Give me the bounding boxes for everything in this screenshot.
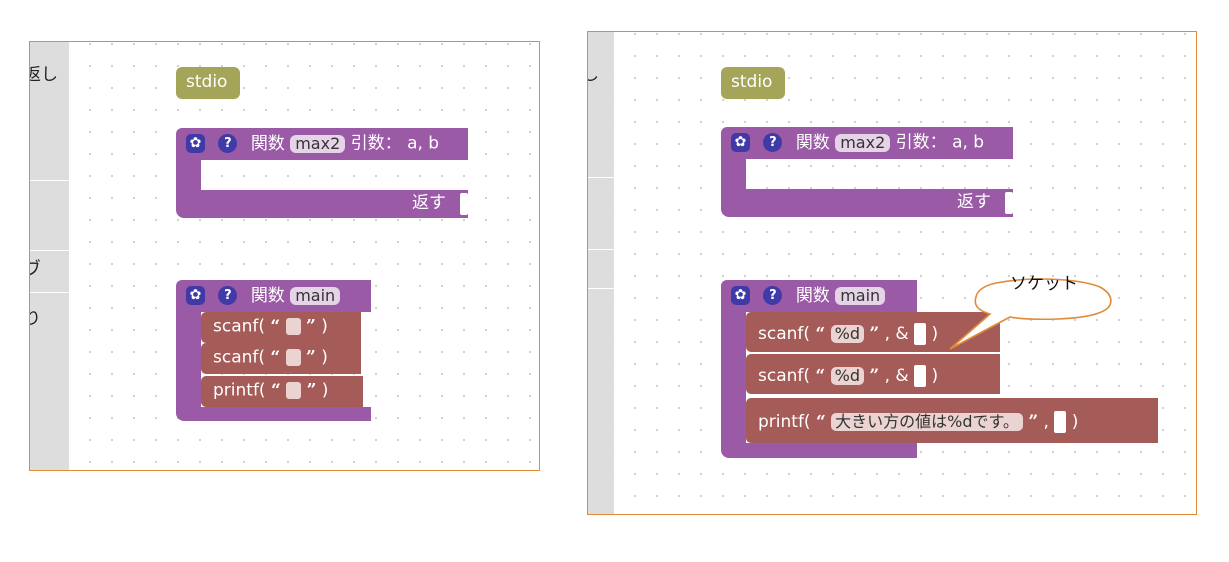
stdio-label: stdio bbox=[731, 72, 773, 92]
toolbox-label[interactable]: 返し bbox=[30, 60, 58, 85]
gear-icon[interactable]: ✿ bbox=[186, 286, 205, 305]
open-quote: “ bbox=[815, 324, 826, 344]
function-header[interactable]: ✿ ? 関数 max2 引数： a, b bbox=[176, 128, 468, 160]
toolbox-label[interactable]: り bbox=[30, 304, 41, 329]
return-socket[interactable] bbox=[460, 193, 468, 215]
return-label: 返す bbox=[957, 192, 991, 212]
variable-socket[interactable] bbox=[914, 323, 927, 345]
function-name-field[interactable]: max2 bbox=[290, 134, 346, 153]
open-quote: “ bbox=[270, 380, 281, 401]
close-quote: ” bbox=[306, 380, 317, 401]
printf-block[interactable]: printf( “ ” ) bbox=[201, 376, 363, 407]
format-string-field[interactable] bbox=[285, 349, 301, 366]
gear-icon[interactable]: ✿ bbox=[186, 134, 205, 153]
statement-fn: scanf( bbox=[758, 366, 811, 386]
function-body-left bbox=[176, 160, 201, 190]
callout-label: ソケット bbox=[1010, 274, 1078, 294]
statement-fn: printf( bbox=[213, 380, 266, 401]
toolbox-sidebar[interactable]: し bbox=[588, 32, 614, 514]
format-string-field[interactable]: 大きい方の値は%dです。 bbox=[831, 413, 1023, 431]
close-quote: ” bbox=[306, 347, 316, 368]
toolbox-divider bbox=[588, 288, 614, 289]
workspace-panel-left: 返し ] ヷ り stdio ✿ ? 関数 max2 引数： a, b 返す bbox=[29, 41, 540, 471]
printf-block[interactable]: printf( “ 大きい方の値は%dです。 ” , ) bbox=[746, 398, 1158, 443]
stdio-block[interactable]: stdio bbox=[721, 67, 785, 99]
toolbox-label[interactable]: ] bbox=[30, 118, 31, 138]
function-keyword: 関数 bbox=[795, 285, 830, 306]
close-quote: ” bbox=[869, 324, 880, 344]
args-value[interactable]: a, b bbox=[407, 134, 439, 154]
format-string-field[interactable] bbox=[285, 318, 301, 335]
format-string-field[interactable]: %d bbox=[830, 325, 864, 343]
format-string-field[interactable]: %d bbox=[830, 367, 864, 385]
close-quote: ” bbox=[306, 316, 316, 337]
statement-fn: scanf( bbox=[758, 324, 811, 344]
function-header[interactable]: ✿ ? 関数 main bbox=[176, 280, 371, 312]
statement-end: ) bbox=[931, 366, 939, 386]
open-quote: “ bbox=[270, 347, 281, 368]
function-header[interactable]: ✿ ? 関数 max2 引数： a, b bbox=[721, 127, 1013, 159]
stdio-label: stdio bbox=[186, 72, 228, 92]
statement-end: ) bbox=[321, 316, 328, 337]
statement-end: ) bbox=[321, 347, 328, 368]
function-footer bbox=[721, 443, 917, 458]
statement-fn: scanf( bbox=[213, 316, 266, 337]
statement-sep: , bbox=[1043, 412, 1049, 432]
workspace-panel-right: し stdio ✿ ? 関数 max2 引数： a, b 返す ✿ bbox=[587, 31, 1197, 515]
statement-fn: printf( bbox=[758, 412, 811, 432]
statement-end: ) bbox=[321, 380, 329, 401]
function-body-left bbox=[721, 159, 746, 189]
close-quote: ” bbox=[869, 366, 880, 386]
toolbox-sidebar[interactable]: 返し ] ヷ り bbox=[30, 42, 69, 470]
function-keyword: 関数 bbox=[250, 133, 285, 154]
args-label: 引数： bbox=[895, 132, 947, 153]
help-icon[interactable]: ? bbox=[218, 286, 238, 305]
function-footer bbox=[176, 407, 371, 421]
scanf-block[interactable]: scanf( “ ” ) bbox=[201, 343, 361, 374]
statement-sep: , & bbox=[884, 324, 909, 344]
open-quote: “ bbox=[815, 412, 826, 432]
toolbox-label[interactable]: し bbox=[588, 60, 599, 85]
help-icon[interactable]: ? bbox=[763, 133, 783, 152]
toolbox-label[interactable]: ヷ bbox=[30, 254, 41, 279]
toolbox-divider bbox=[30, 250, 69, 251]
function-name-field[interactable]: max2 bbox=[835, 133, 891, 152]
function-footer[interactable]: 返す bbox=[721, 189, 1013, 217]
help-icon[interactable]: ? bbox=[763, 286, 783, 305]
function-name-field[interactable]: main bbox=[290, 286, 341, 305]
statement-end: ) bbox=[1071, 412, 1079, 432]
statement-end: ) bbox=[931, 324, 939, 344]
statement-sep: , & bbox=[884, 366, 909, 386]
help-icon[interactable]: ? bbox=[218, 134, 238, 153]
function-body-left bbox=[721, 312, 746, 443]
scanf-block[interactable]: scanf( “ ” ) bbox=[201, 312, 361, 343]
close-quote: ” bbox=[1028, 412, 1039, 432]
function-footer[interactable]: 返す bbox=[176, 190, 468, 218]
args-label: 引数： bbox=[350, 133, 402, 154]
function-body-left bbox=[176, 312, 201, 407]
gear-icon[interactable]: ✿ bbox=[731, 133, 750, 152]
toolbox-divider bbox=[30, 292, 69, 293]
format-string-field[interactable] bbox=[286, 382, 302, 399]
function-keyword: 関数 bbox=[795, 132, 830, 153]
open-quote: “ bbox=[815, 366, 826, 386]
return-label: 返す bbox=[412, 193, 446, 213]
stdio-block[interactable]: stdio bbox=[176, 67, 240, 99]
toolbox-divider bbox=[588, 249, 614, 250]
function-header[interactable]: ✿ ? 関数 main bbox=[721, 280, 917, 312]
function-name-field[interactable]: main bbox=[835, 286, 886, 305]
return-socket[interactable] bbox=[1005, 192, 1013, 214]
function-keyword: 関数 bbox=[250, 285, 285, 306]
variable-socket[interactable] bbox=[1054, 411, 1067, 433]
open-quote: “ bbox=[270, 316, 281, 337]
variable-socket[interactable] bbox=[914, 365, 927, 387]
statement-fn: scanf( bbox=[213, 347, 266, 368]
args-value[interactable]: a, b bbox=[952, 133, 984, 153]
toolbox-divider bbox=[588, 177, 614, 178]
toolbox-divider bbox=[30, 180, 69, 181]
gear-icon[interactable]: ✿ bbox=[731, 286, 750, 305]
